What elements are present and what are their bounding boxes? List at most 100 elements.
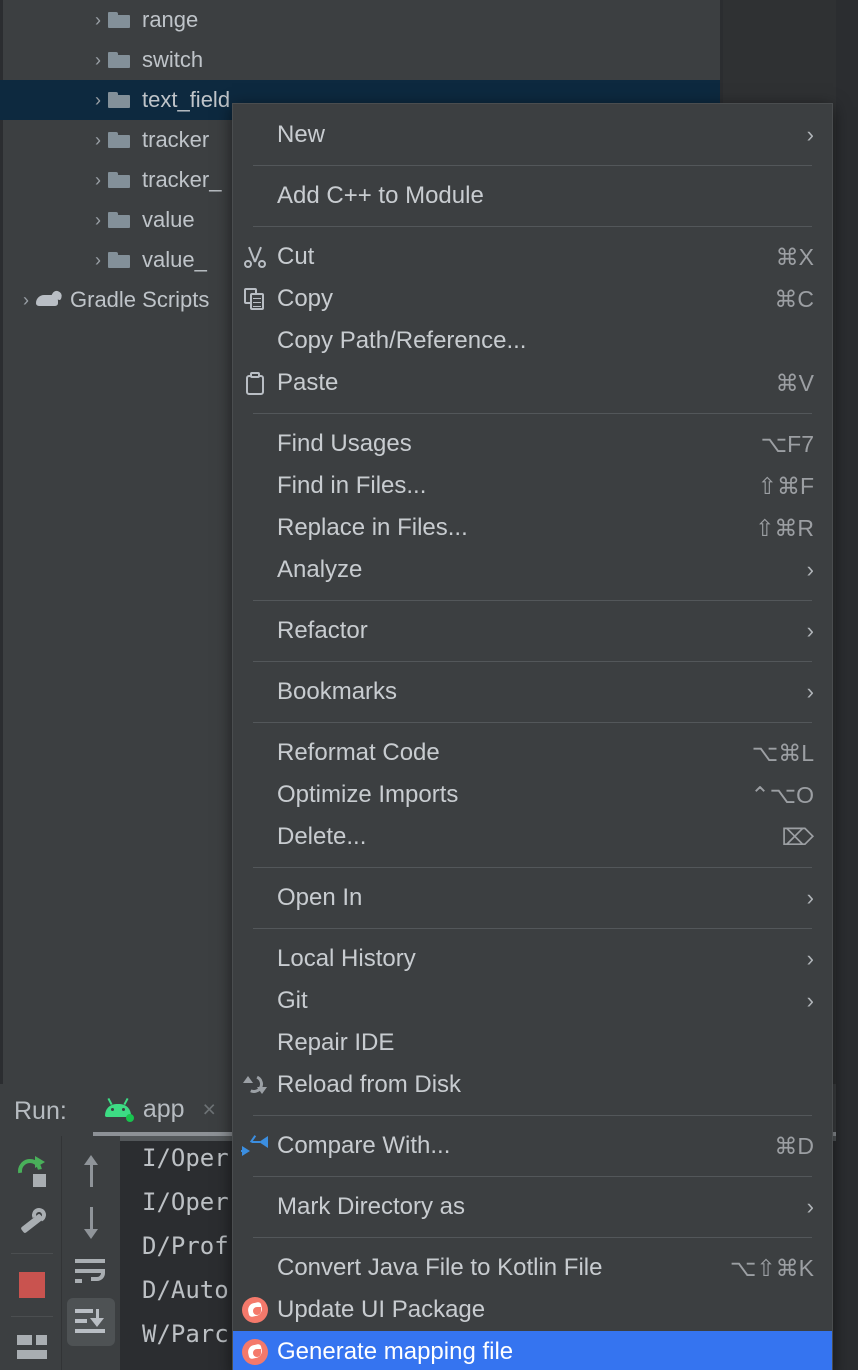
run-toolbar-primary	[3, 1136, 62, 1370]
right-tool-strip	[836, 0, 858, 1370]
folder-icon	[106, 132, 132, 148]
tree-row[interactable]: › switch	[0, 40, 720, 80]
menu-item[interactable]: Reload from Disk	[233, 1064, 832, 1106]
menu-item[interactable]: Git ›	[233, 980, 832, 1022]
folder-icon	[106, 252, 132, 268]
wrench-icon	[16, 1206, 48, 1238]
run-tab-app[interactable]: app ×	[103, 1095, 216, 1128]
menu-item[interactable]: Generate mapping file	[233, 1331, 832, 1370]
menu-item[interactable]: Update UI Package	[233, 1289, 832, 1331]
stop-icon	[19, 1271, 45, 1298]
run-toolbar-secondary	[62, 1136, 120, 1370]
plugin-icon	[242, 1339, 268, 1365]
menu-item-shortcut: ⌥F7	[760, 430, 814, 457]
menu-item[interactable]: Copy ⌘C	[233, 278, 832, 320]
chevron-right-icon[interactable]: ›	[90, 10, 106, 31]
close-icon[interactable]: ×	[203, 1096, 216, 1123]
menu-item[interactable]: Local History ›	[233, 938, 832, 980]
menu-separator	[253, 1176, 812, 1177]
menu-separator	[253, 600, 812, 601]
menu-item[interactable]: Cut ⌘X	[233, 236, 832, 278]
chevron-right-icon[interactable]: ›	[90, 90, 106, 111]
menu-item-icon-slot	[233, 1135, 277, 1157]
scroll-up-button[interactable]	[67, 1148, 115, 1196]
chevron-right-icon: ›	[806, 618, 814, 643]
chevron-right-icon[interactable]: ›	[90, 50, 106, 71]
menu-separator	[253, 1237, 812, 1238]
menu-item[interactable]: Repair IDE	[233, 1022, 832, 1064]
menu-item[interactable]: Analyze ›	[233, 549, 832, 591]
compare-icon	[241, 1135, 269, 1157]
chevron-right-icon: ›	[806, 885, 814, 910]
menu-item-label: Refactor	[277, 617, 368, 644]
menu-item[interactable]: Refactor ›	[233, 610, 832, 652]
chevron-right-icon[interactable]: ›	[18, 290, 34, 311]
tree-row-label: value_	[142, 247, 207, 272]
toolbar-divider	[11, 1253, 53, 1255]
menu-item-label: Compare With...	[277, 1132, 451, 1159]
menu-separator	[253, 661, 812, 662]
copy-icon	[244, 288, 266, 310]
menu-item-shortcut: ⌥⌘L	[751, 739, 814, 766]
menu-item-label: Paste	[277, 369, 339, 396]
menu-item[interactable]: Find in Files... ⇧⌘F	[233, 465, 832, 507]
menu-item[interactable]: Replace in Files... ⇧⌘R	[233, 507, 832, 549]
menu-item-shortcut: ⌘X	[775, 243, 814, 270]
chevron-right-icon: ›	[806, 1194, 814, 1219]
menu-item[interactable]: Find Usages ⌥F7	[233, 423, 832, 465]
arrow-down-icon	[78, 1205, 104, 1239]
scroll-to-end-button[interactable]	[67, 1298, 115, 1346]
menu-item[interactable]: Compare With... ⌘D	[233, 1125, 832, 1167]
project-context-menu[interactable]: New › Add C++ to Module Cut ⌘X Copy ⌘C Copy Pat…	[232, 103, 833, 1370]
menu-item[interactable]: Convert Java File to Kotlin File ⌥⇧⌘K	[233, 1247, 832, 1289]
chevron-right-icon: ›	[806, 557, 814, 582]
menu-item[interactable]: Copy Path/Reference...	[233, 320, 832, 362]
menu-item[interactable]: Open In ›	[233, 877, 832, 919]
menu-item-label: Replace in Files...	[277, 514, 468, 541]
reload-icon	[242, 1072, 267, 1097]
rerun-button[interactable]	[8, 1150, 56, 1196]
menu-item-label: Convert Java File to Kotlin File	[277, 1254, 603, 1281]
tree-row-label: text_field	[142, 87, 231, 112]
menu-separator	[253, 928, 812, 929]
stop-button[interactable]	[8, 1262, 56, 1308]
android-icon	[103, 1097, 134, 1122]
folder-icon	[106, 52, 132, 68]
menu-item-shortcut: ⌃⌥O	[750, 781, 814, 808]
menu-item-label: Copy	[277, 285, 334, 312]
chevron-right-icon[interactable]: ›	[90, 170, 106, 191]
chevron-right-icon[interactable]: ›	[90, 130, 106, 151]
layout-button[interactable]	[8, 1325, 56, 1370]
menu-item-shortcut: ⌘V	[775, 369, 814, 396]
menu-item-icon-slot	[233, 1339, 277, 1365]
tree-row-label: tracker_	[142, 167, 222, 192]
menu-item-shortcut: ⌘D	[774, 1132, 814, 1159]
menu-item-icon-slot	[233, 246, 277, 268]
menu-item-label: Open In	[277, 884, 363, 911]
menu-item[interactable]: Add C++ to Module	[233, 175, 832, 217]
menu-item[interactable]: Bookmarks ›	[233, 671, 832, 713]
menu-item-icon-slot	[233, 371, 277, 395]
menu-item-label: Analyze	[277, 556, 363, 583]
menu-item-shortcut: ⌥⇧⌘K	[729, 1254, 814, 1281]
tree-row-label: value	[142, 207, 195, 232]
chevron-right-icon: ›	[806, 988, 814, 1013]
chevron-right-icon[interactable]: ›	[90, 210, 106, 231]
menu-item[interactable]: Reformat Code ⌥⌘L	[233, 732, 832, 774]
menu-item-label: Find Usages	[277, 430, 412, 457]
paste-icon	[245, 371, 265, 395]
toolbar-divider	[11, 1315, 53, 1317]
menu-item[interactable]: Optimize Imports ⌃⌥O	[233, 774, 832, 816]
layout-icon	[17, 1335, 47, 1360]
scroll-down-button[interactable]	[67, 1198, 115, 1246]
tree-row[interactable]: › range	[0, 0, 720, 40]
chevron-right-icon: ›	[806, 946, 814, 971]
soft-wrap-button[interactable]	[67, 1248, 115, 1296]
chevron-right-icon[interactable]: ›	[90, 250, 106, 271]
tree-row-label: Gradle Scripts	[70, 287, 210, 312]
menu-item[interactable]: New ›	[233, 114, 832, 156]
menu-item[interactable]: Paste ⌘V	[233, 362, 832, 404]
settings-wrench-button[interactable]	[8, 1200, 56, 1246]
menu-item[interactable]: Mark Directory as ›	[233, 1186, 832, 1228]
menu-item[interactable]: Delete... ⌦	[233, 816, 832, 858]
